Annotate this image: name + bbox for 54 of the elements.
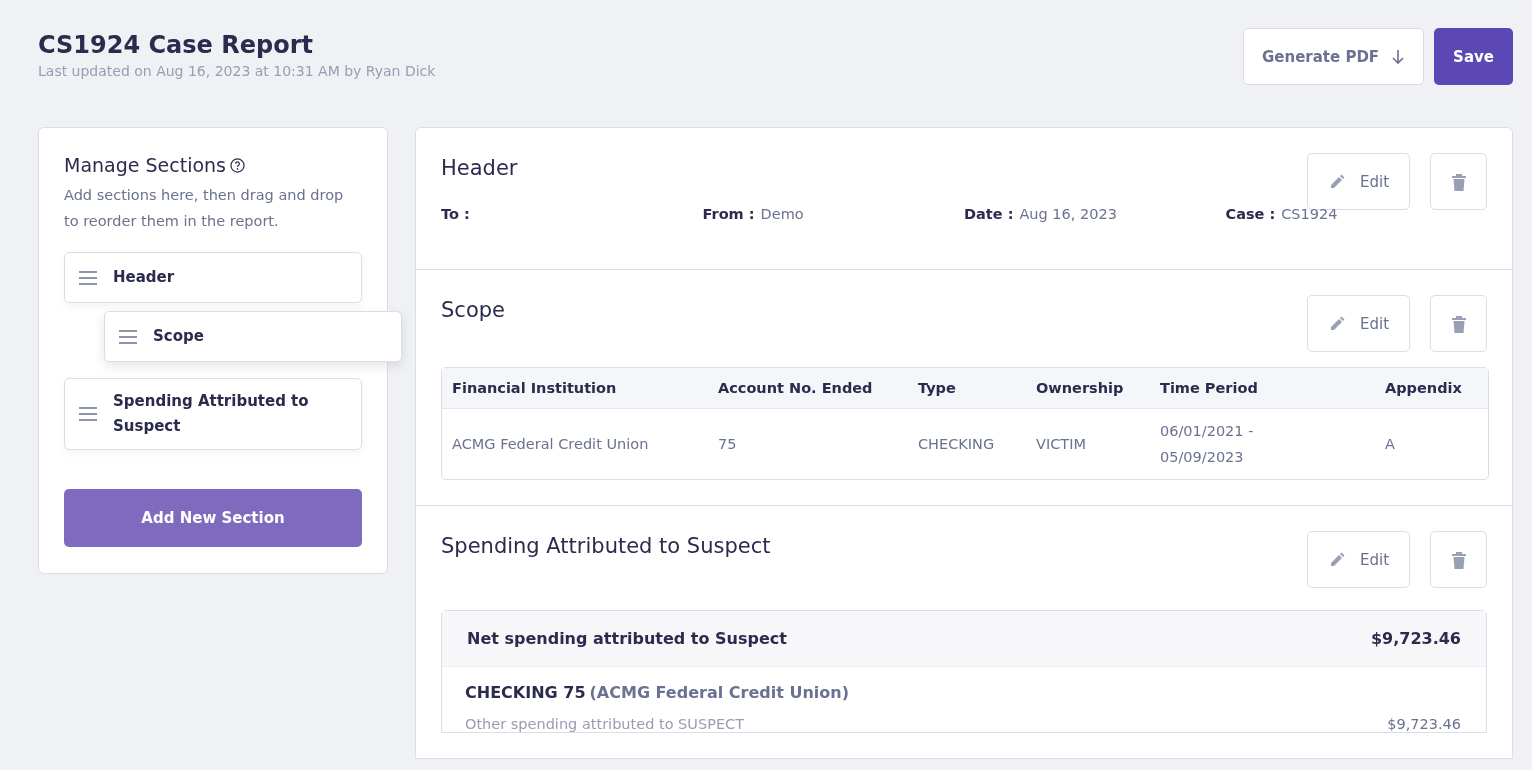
add-new-section-button[interactable]: Add New Section (64, 489, 362, 547)
edit-button[interactable]: Edit (1307, 531, 1410, 588)
help-icon[interactable] (230, 157, 245, 173)
table-cell-text: A (1384, 435, 1396, 454)
column-header: Appendix (1375, 368, 1488, 409)
section-list-item[interactable]: Spending Attributed to Suspect (64, 378, 362, 450)
drag-handle-icon[interactable] (119, 329, 137, 344)
spending-line-label: Other spending attributed to SUSPECT (465, 716, 745, 732)
trash-icon (1450, 550, 1467, 569)
sidebar-title: Manage Sections (64, 154, 226, 176)
column-header: Financial Institution (442, 368, 708, 409)
generate-pdf-button[interactable]: Generate PDF (1243, 28, 1425, 85)
section-list-item[interactable]: Header (64, 252, 362, 303)
field-label: Date : (964, 206, 1014, 222)
column-header: Time Period (1150, 368, 1375, 409)
section-label: Scope (153, 326, 205, 347)
delete-button[interactable] (1430, 531, 1487, 588)
sidebar-hint: Add sections here, then drag and drop to reorder them in the report. (64, 186, 345, 231)
account-name: CHECKING 75 (465, 683, 586, 702)
edit-button[interactable]: Edit (1307, 153, 1410, 210)
field-label: Case : (1225, 206, 1276, 222)
table-cell-text: ACMG Federal Credit Union (451, 435, 650, 454)
column-header: Account No. Ended (708, 368, 908, 409)
trash-icon (1450, 314, 1467, 333)
section-label: Spending Attributed to Suspect (113, 391, 310, 437)
save-button[interactable]: Save (1434, 28, 1513, 85)
table-cell-text: 06/01/2021 - 05/09/2023 (1159, 422, 1255, 467)
field-value: Aug 16, 2023 (1019, 206, 1117, 222)
field-value: Demo (760, 206, 804, 222)
section-title: Scope (441, 297, 506, 324)
edit-button[interactable]: Edit (1307, 295, 1410, 352)
download-arrow-icon (1391, 48, 1406, 65)
table-cell-text: 75 (717, 435, 738, 454)
institution-name: (ACMG Federal Credit Union) (589, 683, 849, 702)
table-cell-text: VICTIM (1035, 435, 1087, 454)
column-header: Ownership (1026, 368, 1150, 409)
spending-line-amount: $9,723.46 (1387, 716, 1461, 732)
table-cell-text: CHECKING (917, 435, 996, 454)
net-spending-amount: $9,723.46 (1370, 629, 1461, 648)
page-title: CS1924 Case Report (38, 31, 314, 59)
section-title: Spending Attributed to Suspect (441, 533, 772, 560)
field-label: From : (702, 206, 755, 222)
column-header: Type (908, 368, 1026, 409)
net-spending-label: Net spending attributed to Suspect (467, 629, 787, 648)
drag-handle-icon[interactable] (79, 407, 97, 421)
trash-icon (1450, 172, 1467, 191)
delete-button[interactable] (1430, 295, 1487, 352)
drag-handle-icon[interactable] (79, 270, 97, 285)
field-label: To : (441, 206, 470, 222)
delete-button[interactable] (1430, 153, 1487, 210)
section-list-item[interactable]: Scope (104, 311, 402, 362)
last-updated-text: Last updated on Aug 16, 2023 at 10:31 AM by Ryan Dick (38, 63, 436, 79)
section-title: Header (441, 155, 519, 182)
section-label: Header (113, 267, 176, 288)
